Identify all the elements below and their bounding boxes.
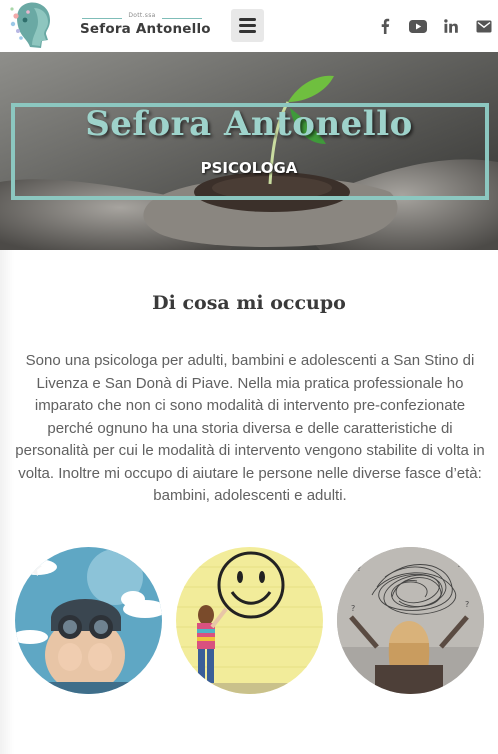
hero-title: Sefora Antonello [85, 104, 413, 144]
svg-text:?: ? [351, 604, 355, 613]
logo-divider-right [162, 18, 202, 19]
site-header: Dott.ssa Sefora Antonello [0, 0, 498, 52]
left-shadow [0, 250, 14, 754]
section-description: Sono una psicologa per adulti, bambini e… [15, 352, 485, 504]
hero-subtitle: PSICOLOGA [200, 159, 298, 177]
youtube-icon [409, 19, 427, 33]
section-heading: Di cosa mi occupo [152, 292, 346, 314]
hamburger-menu-icon [239, 18, 256, 21]
tangled-thoughts-image: ?? ?? [337, 547, 484, 694]
logo-wordmark[interactable]: Dott.ssa Sefora Antonello [80, 12, 211, 42]
email-icon [476, 20, 492, 32]
hamburger-menu-button[interactable] [231, 9, 264, 42]
smiley-wall-image [176, 547, 323, 694]
child-aviator-image [15, 547, 162, 694]
facebook-link[interactable] [375, 16, 395, 36]
linkedin-link[interactable] [441, 16, 461, 36]
youtube-link[interactable] [406, 16, 430, 36]
facebook-icon [381, 18, 390, 34]
logo-name: Sefora Antonello [80, 21, 211, 37]
logo-head-icon[interactable] [8, 0, 56, 50]
linkedin-icon [444, 19, 458, 33]
hero-banner: Sefora Antonello PSICOLOGA [0, 52, 498, 250]
svg-text:?: ? [457, 560, 461, 569]
svg-text:?: ? [357, 564, 361, 573]
svg-text:?: ? [465, 600, 469, 609]
email-link[interactable] [474, 16, 494, 36]
